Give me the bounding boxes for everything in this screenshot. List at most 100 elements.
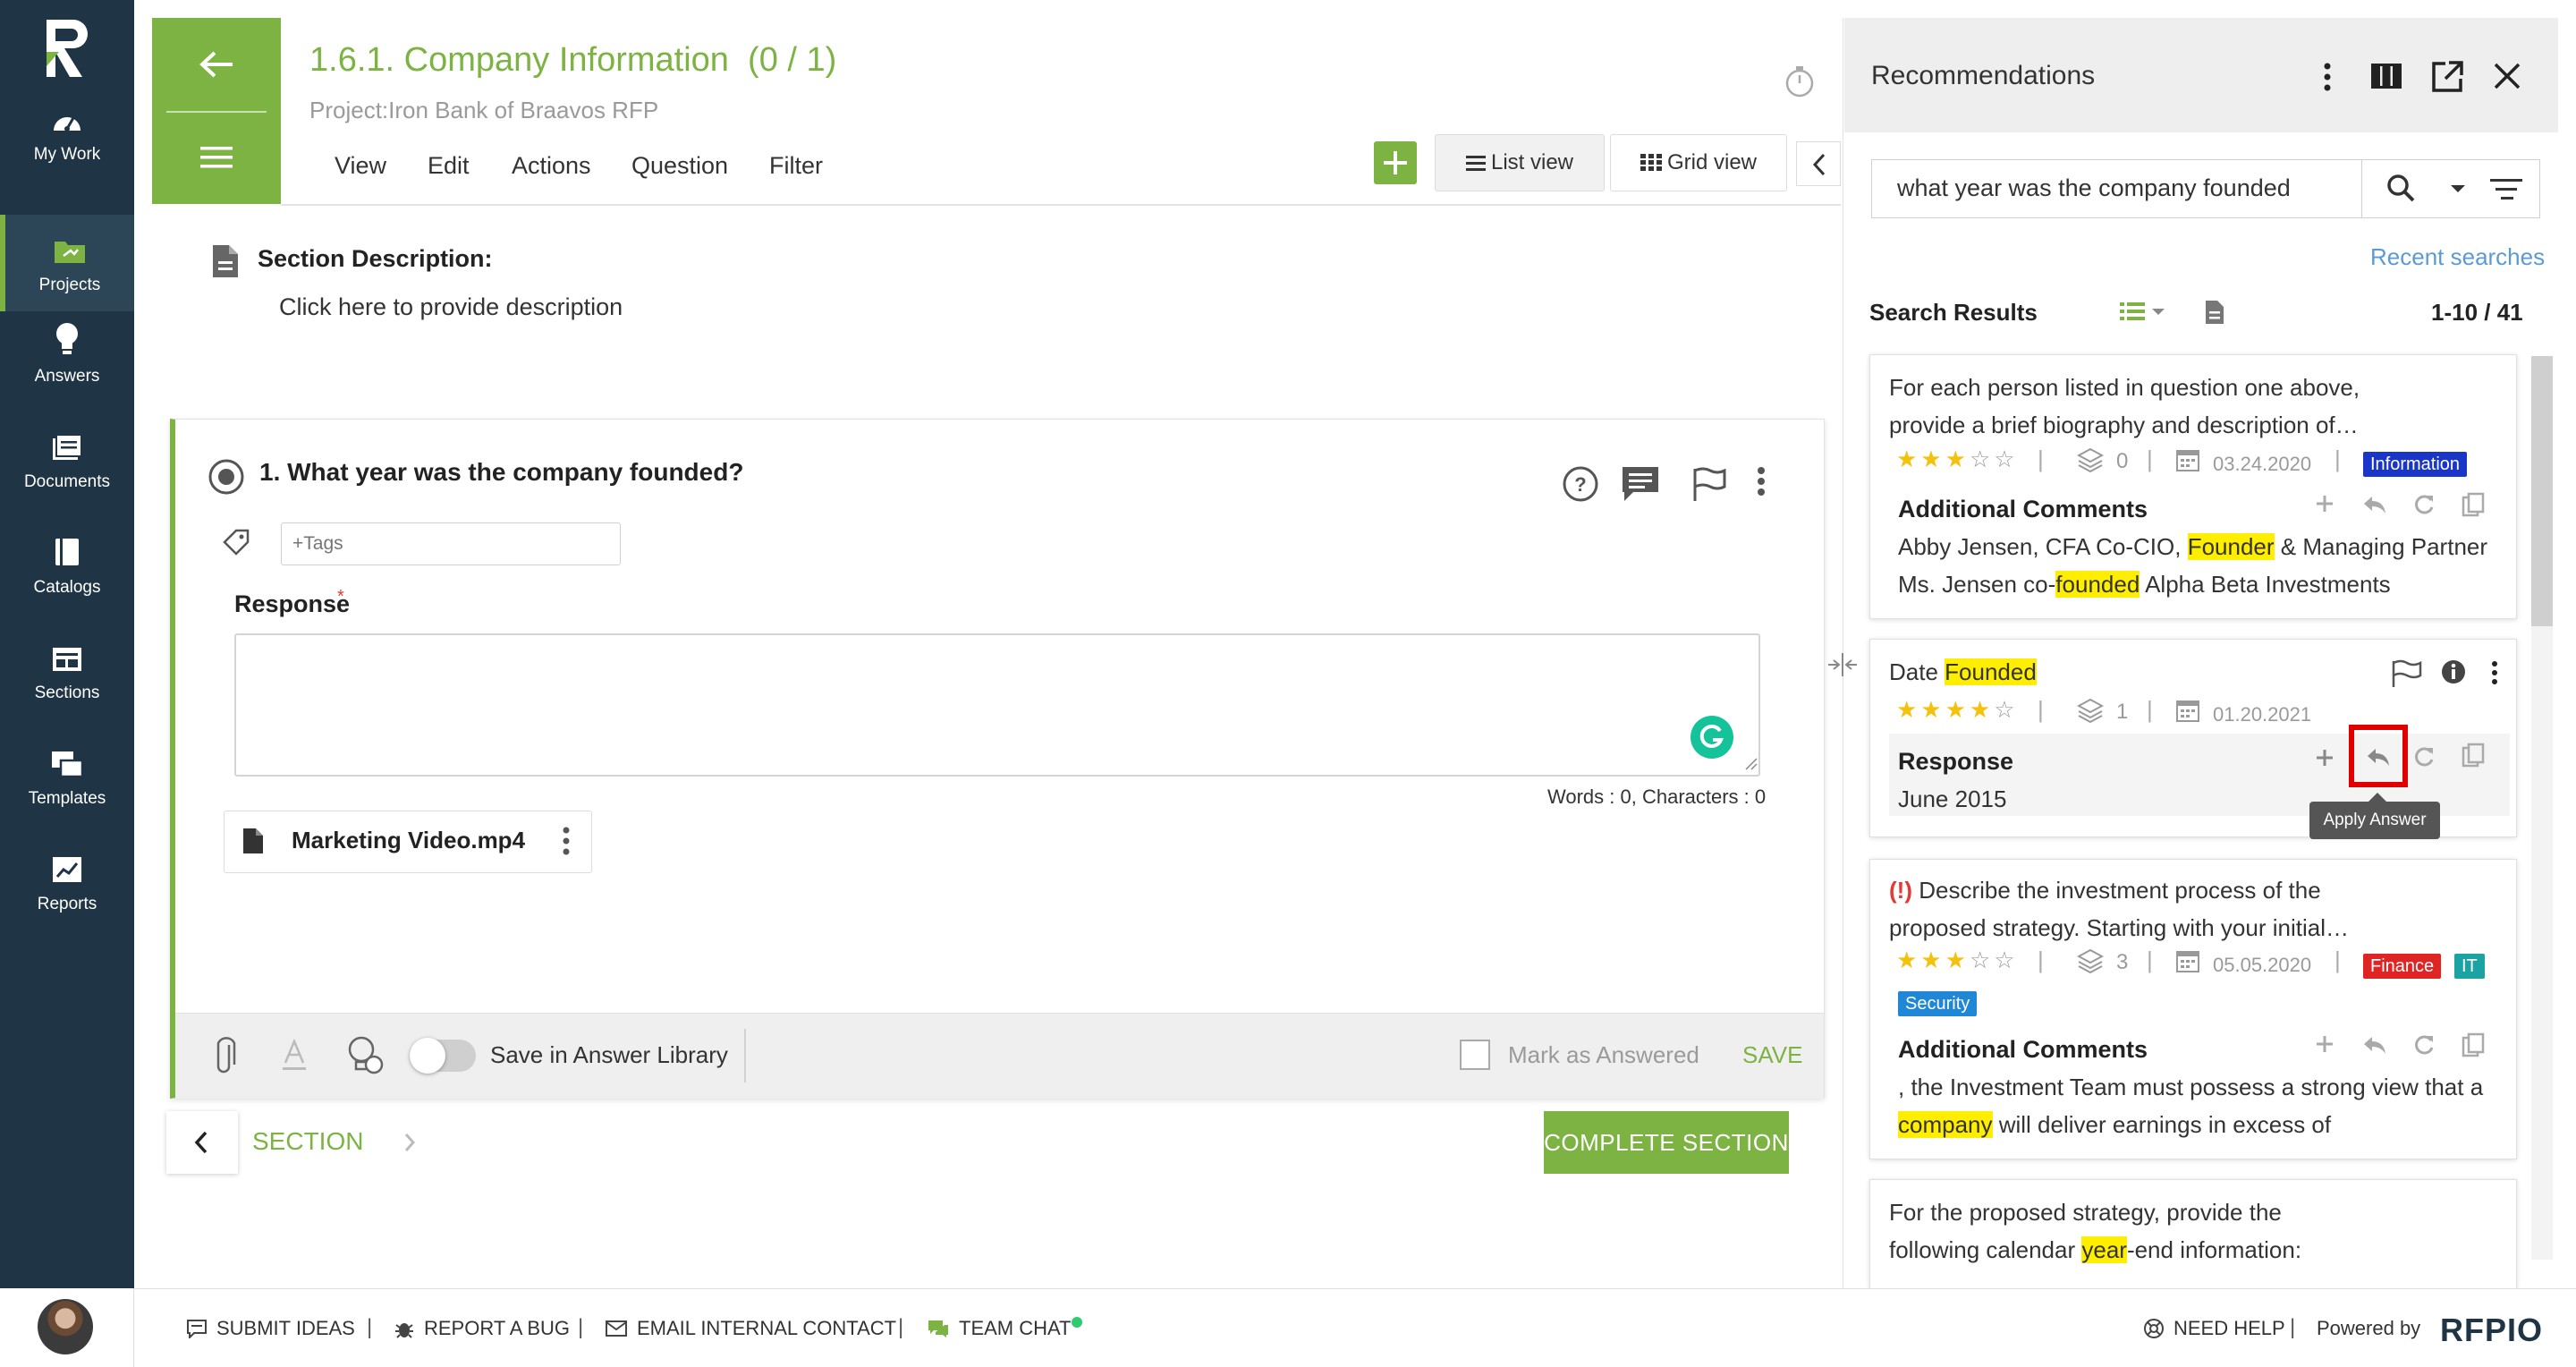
lightbulb-suggest-icon[interactable]: [345, 1034, 385, 1075]
document-view-icon[interactable]: [2204, 299, 2225, 326]
open-external-icon[interactable]: [2429, 59, 2465, 95]
refresh-icon[interactable]: [2411, 1032, 2436, 1057]
grammarly-icon[interactable]: [1690, 716, 1733, 759]
nav-answers[interactable]: Answers: [0, 304, 134, 403]
copy-icon[interactable]: [2462, 743, 2485, 768]
info-icon[interactable]: [2440, 658, 2467, 685]
attachment-menu-icon[interactable]: [560, 825, 572, 859]
answer-text: & Managing Partner: [2274, 533, 2488, 560]
radio-icon[interactable]: [208, 458, 245, 496]
complete-section-button[interactable]: COMPLETE SECTION: [1544, 1111, 1789, 1174]
nav-sections[interactable]: Sections: [0, 621, 134, 719]
list-view-toggle-icon[interactable]: [2120, 301, 2170, 324]
reply-icon[interactable]: [2361, 494, 2388, 515]
columns-icon[interactable]: [2370, 63, 2402, 89]
help-icon[interactable]: ?: [1562, 465, 1599, 503]
hamburger-menu-button[interactable]: [152, 113, 281, 202]
menu-question[interactable]: Question: [631, 152, 728, 180]
question-text: following calendar: [1889, 1236, 2082, 1263]
add-icon[interactable]: [2315, 494, 2334, 514]
refresh-icon[interactable]: [2411, 492, 2436, 517]
grid-view-button[interactable]: Grid view: [1610, 134, 1787, 191]
result-card[interactable]: [1869, 1179, 2517, 1288]
result-section-label: Additional Comments: [1898, 496, 2148, 522]
collapse-panel-button[interactable]: [1796, 141, 1841, 186]
highlight-term: company: [1898, 1111, 1993, 1138]
nav-catalogs[interactable]: Catalogs: [0, 515, 134, 614]
submit-ideas-link[interactable]: SUBMIT IDEAS: [186, 1317, 355, 1340]
reply-icon[interactable]: [2361, 1034, 2388, 1056]
svg-text:?: ?: [1574, 473, 1586, 496]
recent-searches-link[interactable]: Recent searches: [2370, 243, 2545, 271]
more-options-icon[interactable]: [1751, 465, 1771, 501]
mark-answered-label[interactable]: Mark as Answered: [1508, 1041, 1699, 1069]
apply-answer-highlight[interactable]: [2349, 725, 2408, 787]
paperclip-icon[interactable]: [211, 1036, 238, 1077]
rfpio-logo[interactable]: RFPIO: [2440, 1312, 2543, 1349]
team-chat-link[interactable]: TEAM CHAT: [927, 1317, 1071, 1340]
nav-templates[interactable]: Templates: [0, 726, 134, 825]
sort-icon[interactable]: [2490, 177, 2524, 202]
splitter-handle-icon[interactable]: [1825, 651, 1860, 678]
report-bug-label: REPORT A BUG: [424, 1317, 571, 1339]
copy-icon[interactable]: [2462, 492, 2485, 517]
close-icon[interactable]: [2492, 61, 2522, 91]
more-options-icon[interactable]: [2488, 658, 2501, 687]
flag-icon[interactable]: [2390, 658, 2424, 689]
previous-section-button[interactable]: [166, 1111, 238, 1174]
panel-menu-icon[interactable]: [2318, 59, 2336, 95]
app-logo[interactable]: [43, 16, 91, 81]
flag-icon[interactable]: [1690, 465, 1728, 503]
comment-icon[interactable]: [1621, 465, 1660, 503]
result-section-label: Response: [1898, 748, 2014, 775]
attachment-name[interactable]: Marketing Video.mp4: [292, 827, 525, 854]
star-rating: ★★★☆☆: [1896, 947, 2019, 973]
next-section-button[interactable]: [399, 1127, 420, 1158]
bottom-separator: |: [578, 1315, 584, 1339]
list-view-label: List view: [1490, 150, 1574, 174]
copy-icon[interactable]: [2462, 1032, 2485, 1057]
report-bug-link[interactable]: REPORT A BUG: [394, 1317, 570, 1340]
menu-filter[interactable]: Filter: [769, 152, 823, 180]
response-label: Response: [234, 590, 351, 617]
menu-edit[interactable]: Edit: [428, 152, 470, 180]
lightbulb-icon: [56, 323, 78, 354]
list-view-button[interactable]: List view: [1435, 134, 1605, 191]
arrow-left-icon: [199, 51, 233, 78]
menu-view[interactable]: View: [335, 152, 386, 180]
refresh-icon[interactable]: [2411, 744, 2436, 769]
mark-answered-checkbox[interactable]: [1460, 1040, 1490, 1070]
toggle-knob[interactable]: [410, 1038, 445, 1074]
stopwatch-icon[interactable]: [1784, 64, 1816, 98]
add-icon[interactable]: [2315, 748, 2334, 768]
avatar[interactable]: [38, 1299, 93, 1354]
need-help-link[interactable]: NEED HELP: [2143, 1317, 2285, 1340]
add-icon[interactable]: [2315, 1034, 2334, 1054]
section-description-text[interactable]: Click here to provide description: [279, 293, 623, 321]
search-icon[interactable]: [2386, 174, 2415, 202]
results-scrollbar[interactable]: [2531, 356, 2553, 626]
answer-text: will deliver earnings in excess of: [1992, 1111, 2332, 1138]
resize-handle-icon[interactable]: [1744, 757, 1758, 771]
recommendation-search-input[interactable]: what year was the company founded: [1871, 159, 2361, 218]
nav-documents[interactable]: Documents: [0, 410, 134, 508]
email-contact-link[interactable]: EMAIL INTERNAL CONTACT: [605, 1317, 896, 1340]
text-format-icon[interactable]: [281, 1038, 308, 1074]
menu-actions[interactable]: Actions: [512, 152, 591, 180]
tags-input[interactable]: [281, 522, 621, 565]
response-textarea[interactable]: [234, 633, 1760, 777]
nav-my-work[interactable]: My Work: [0, 82, 134, 181]
left-nav: My Work Projects Answers Documents Catal…: [0, 0, 134, 1367]
nav-reports[interactable]: Reports: [0, 832, 134, 930]
save-button[interactable]: SAVE: [1742, 1041, 1802, 1069]
nav-projects[interactable]: Projects: [0, 215, 134, 311]
grid-view-label: Grid view: [1666, 150, 1758, 174]
nav-label: Answers: [34, 367, 100, 386]
add-question-button[interactable]: [1374, 141, 1417, 184]
header-divider: [281, 204, 1841, 206]
header-tile: [152, 18, 281, 204]
bottom-separator: |: [2290, 1315, 2296, 1339]
back-button[interactable]: [152, 18, 281, 111]
answer-text: Alpha Beta Investments: [2140, 571, 2391, 598]
search-dropdown-icon[interactable]: [2449, 183, 2467, 195]
